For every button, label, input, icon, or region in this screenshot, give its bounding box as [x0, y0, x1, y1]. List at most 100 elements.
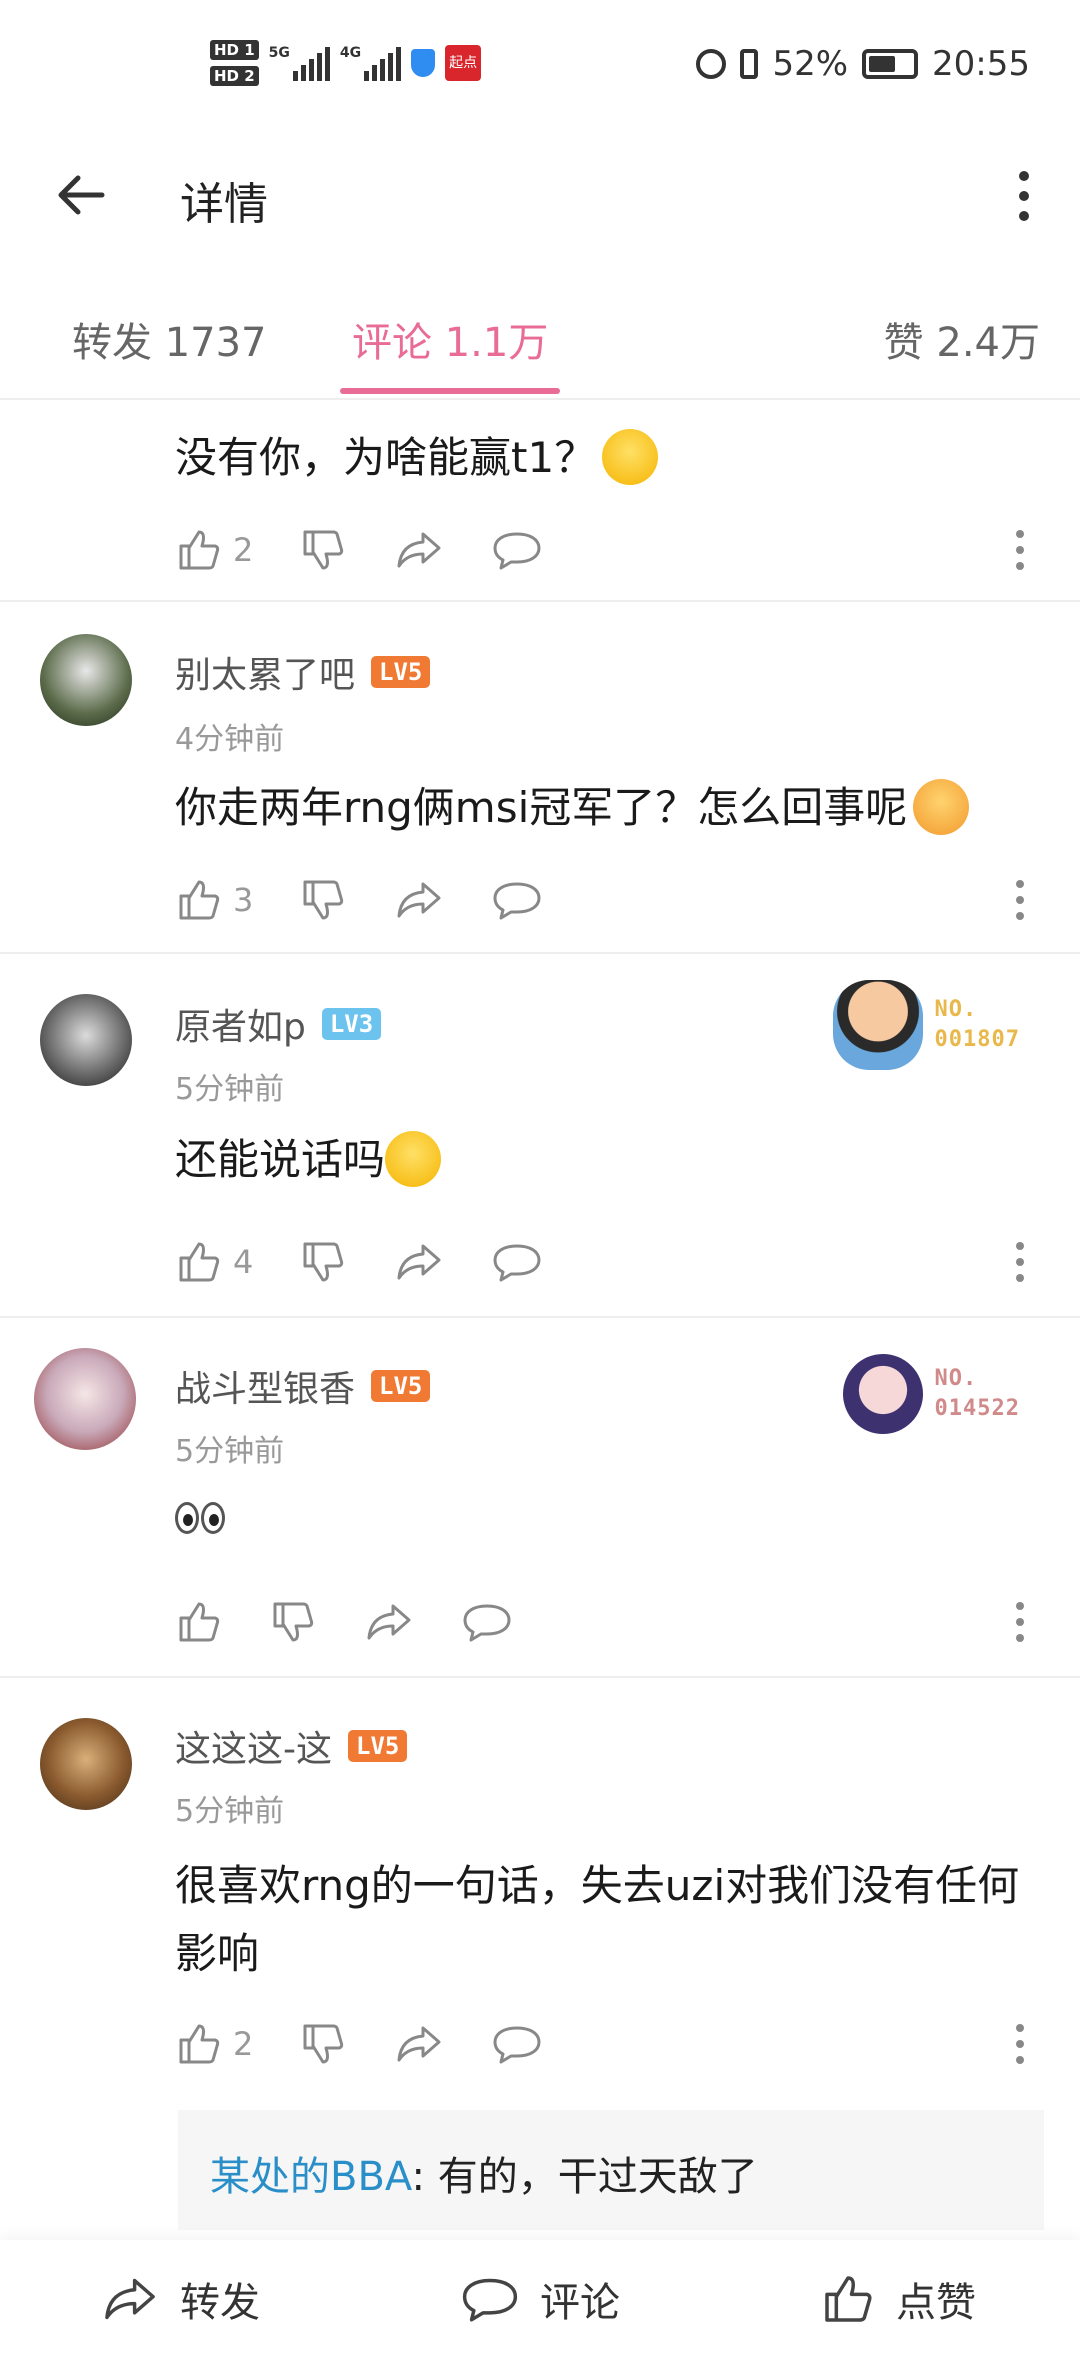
like-button[interactable]: 2: [175, 522, 253, 578]
thumbs-down-icon: [303, 530, 344, 570]
tab-bar: 转发 1737 评论 1.1万 赞 2.4万: [0, 290, 1080, 400]
comment-bubble-icon: [462, 2278, 518, 2322]
thumbs-down-icon: [273, 1602, 314, 1642]
comment-bubble-icon: [493, 532, 541, 570]
thumbs-up-icon: [179, 1242, 220, 1282]
share-button[interactable]: [393, 522, 445, 578]
vibrate-icon: [740, 49, 759, 79]
status-bar: HD 1 HD 2 5G 4G 起点 52% 20:55: [0, 0, 1080, 130]
avatar[interactable]: [40, 1718, 132, 1810]
comment-button[interactable]: 评论: [460, 2270, 620, 2328]
comment-user: 这这这-这 LV5: [175, 1720, 408, 1772]
fan-number: 014522: [934, 1396, 1020, 1421]
thumbs-up-icon: [179, 1602, 220, 1642]
thumbs-up-icon: [825, 2276, 872, 2322]
active-tab-indicator: [340, 388, 560, 394]
like-count: 4: [233, 1243, 254, 1281]
share-arrow-icon: [367, 1604, 411, 1640]
grin-emoji-icon: [602, 428, 659, 485]
avatar[interactable]: [40, 994, 132, 1086]
reply-button[interactable]: [491, 1234, 543, 1290]
alarm-icon: [696, 49, 727, 79]
comment-item: 没有你，为啥能赢t1？ 2: [0, 402, 1080, 602]
username[interactable]: 别太累了吧: [175, 646, 355, 698]
more-vertical-icon: [1019, 171, 1029, 221]
hd1-badge: HD 1: [210, 40, 259, 60]
comment-more-button[interactable]: [1010, 522, 1030, 578]
dislike-button[interactable]: [299, 1234, 347, 1290]
fan-card[interactable]: NO. 001807: [832, 980, 1020, 1070]
dislike-button[interactable]: [269, 1594, 317, 1650]
thumbs-down-icon: [303, 880, 344, 920]
battery-percent: 52%: [772, 44, 849, 84]
comment-more-button[interactable]: [1010, 2016, 1030, 2072]
like-button[interactable]: 3: [175, 872, 253, 928]
comment-user: 原者如p LV3: [175, 998, 382, 1050]
dislike-button[interactable]: [299, 872, 347, 928]
level-badge: LV3: [321, 1008, 382, 1040]
comment-item: 别太累了吧 LV5 4分钟前 你走两年rng俩msi冠军了？怎么回事呢 3: [0, 604, 1080, 954]
comment-user: 战斗型银香 LV5: [175, 1360, 431, 1412]
comment-bubble-icon: [493, 882, 541, 920]
share-button[interactable]: [363, 1594, 415, 1650]
comment-actions: 3: [175, 872, 589, 928]
dislike-button[interactable]: [299, 2016, 347, 2072]
yummy-emoji-icon: [913, 778, 970, 835]
fan-no-label: NO.: [934, 1366, 978, 1391]
comment-more-button[interactable]: [1010, 872, 1030, 928]
reply-button[interactable]: [461, 1594, 513, 1650]
thumbs-down-icon: [303, 2024, 344, 2064]
more-options-button[interactable]: [1004, 168, 1044, 224]
share-arrow-icon: [105, 2278, 155, 2320]
comment-time: 5分钟前: [175, 1434, 285, 1469]
bottom-action-bar: 转发 评论 点赞: [0, 2240, 1080, 2376]
username[interactable]: 战斗型银香: [175, 1360, 355, 1412]
like-post-button[interactable]: 点赞: [820, 2270, 976, 2328]
level-badge: LV5: [348, 1730, 408, 1762]
app-badge-icon: 起点: [445, 45, 482, 81]
like-count: 2: [233, 531, 254, 569]
comment-more-button[interactable]: [1010, 1234, 1030, 1290]
dislike-button[interactable]: [299, 522, 347, 578]
thumbs-up-icon: [179, 2024, 220, 2064]
like-button[interactable]: 4: [175, 1234, 253, 1290]
more-vertical-icon: [1016, 1242, 1024, 1282]
hand-over-mouth-emoji-icon: [385, 1130, 442, 1187]
username[interactable]: 这这这-这: [175, 1720, 332, 1772]
reply-line: 某处的BBA: 有的，干过天敌了: [210, 2144, 758, 2202]
comment-text: 没有你，为啥能赢t1？: [175, 424, 1035, 492]
share-button[interactable]: [393, 1234, 445, 1290]
comment-bubble-icon: [463, 1604, 511, 1642]
fan-card-mascot-icon: [832, 980, 923, 1070]
tab-repost[interactable]: 转发 1737: [72, 310, 267, 368]
reply-button[interactable]: [491, 872, 543, 928]
reply-preview[interactable]: 某处的BBA: 有的，干过天敌了: [178, 2110, 1044, 2230]
like-button[interactable]: [175, 1594, 223, 1650]
share-button[interactable]: [393, 2016, 445, 2072]
comment-text: 你走两年rng俩msi冠军了？怎么回事呢: [175, 774, 1035, 842]
like-count: 3: [233, 881, 254, 919]
fan-card[interactable]: NO. 014522: [842, 1354, 1020, 1434]
eyes-emoji-icon: [175, 1498, 227, 1536]
like-label: 点赞: [896, 2280, 976, 2326]
tab-likes[interactable]: 赞 2.4万: [884, 310, 1040, 368]
avatar[interactable]: [40, 634, 132, 726]
comment-text: 很喜欢rng的一句话，失去uzi对我们没有任何影响: [175, 1861, 1020, 1978]
comment-more-button[interactable]: [1010, 1594, 1030, 1650]
like-button[interactable]: 2: [175, 2016, 253, 2072]
share-arrow-icon: [397, 882, 441, 918]
share-arrow-icon: [397, 2026, 441, 2062]
reply-button[interactable]: [491, 2016, 543, 2072]
back-button[interactable]: [52, 170, 112, 220]
share-arrow-icon: [397, 1244, 441, 1280]
level-badge: LV5: [371, 1370, 431, 1402]
repost-button[interactable]: 转发: [100, 2270, 260, 2328]
avatar[interactable]: [34, 1348, 136, 1450]
share-button[interactable]: [393, 872, 445, 928]
page-title: 详情: [180, 179, 268, 230]
tab-comments[interactable]: 评论 1.1万: [352, 310, 548, 368]
reply-username[interactable]: 某处的BBA: [210, 2154, 412, 2200]
comment-time: 4分钟前: [175, 722, 285, 757]
username[interactable]: 原者如p: [175, 998, 306, 1050]
reply-button[interactable]: [491, 522, 543, 578]
